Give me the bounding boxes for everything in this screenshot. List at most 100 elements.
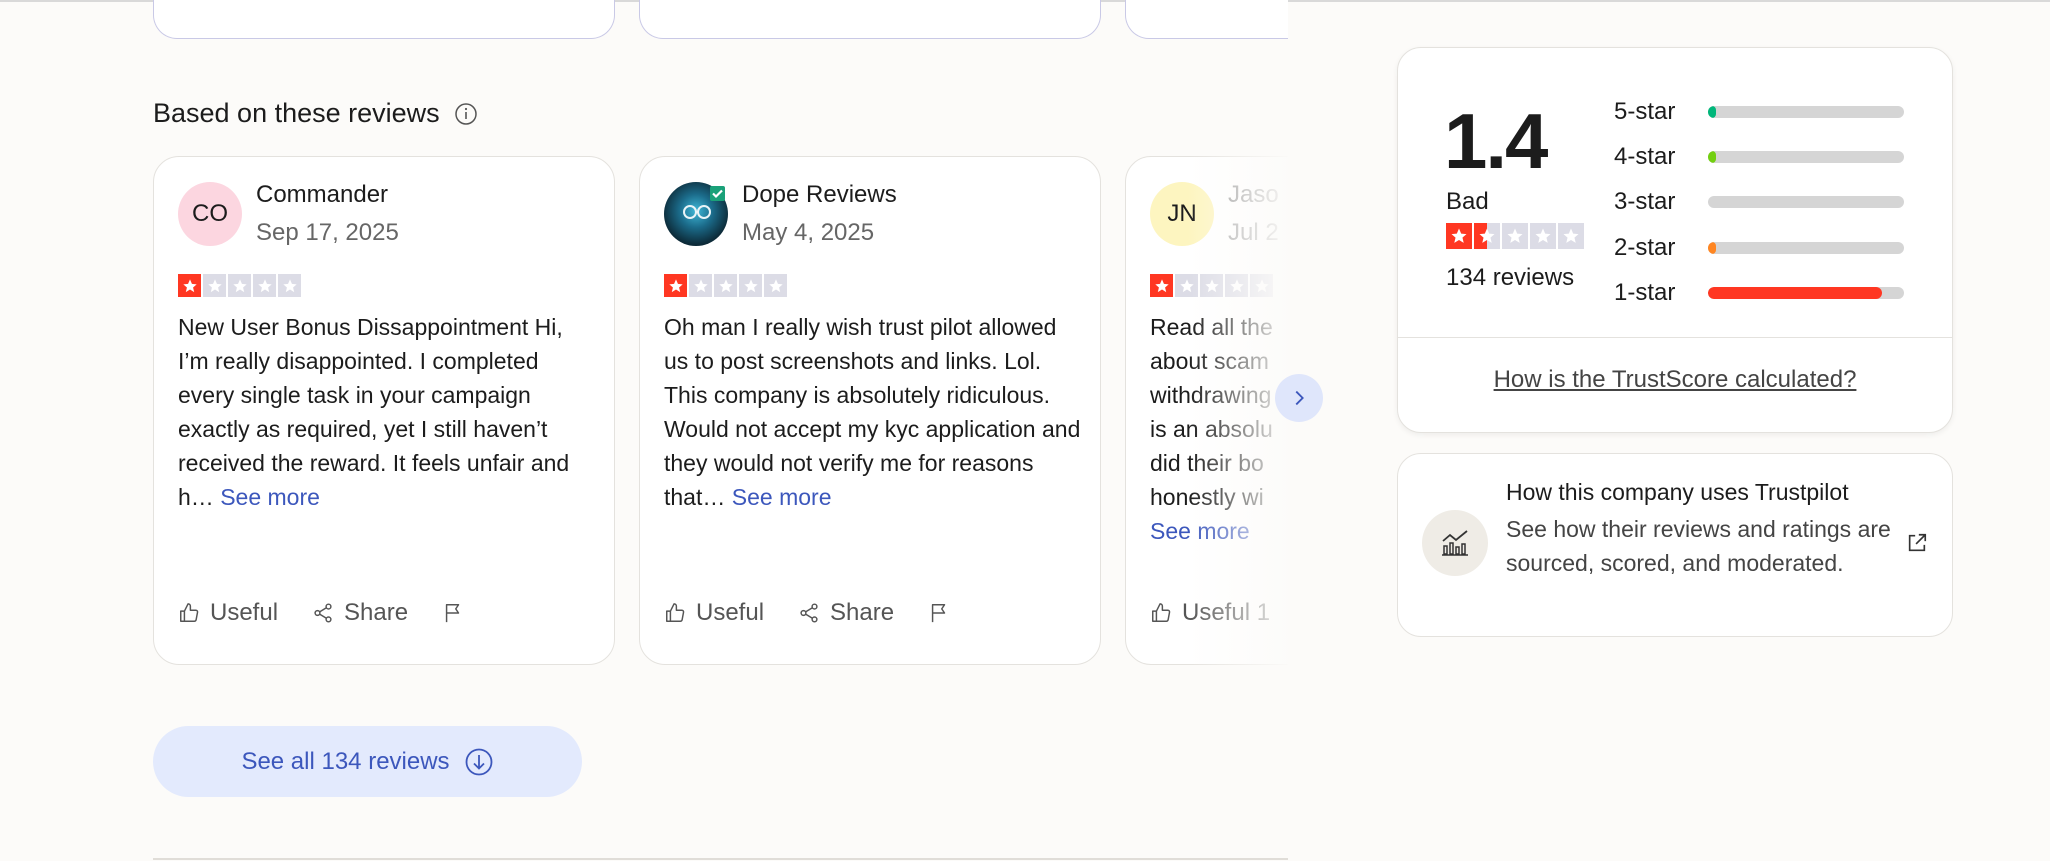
useful-button[interactable]: Useful xyxy=(664,599,764,627)
trustscore-value: 1.4 xyxy=(1444,97,1548,185)
carousel-next-button[interactable] xyxy=(1275,374,1323,422)
flag-button[interactable] xyxy=(442,602,464,624)
trustscore-stars xyxy=(1446,223,1584,249)
see-more-link[interactable]: See more xyxy=(220,484,320,510)
review-count: 134 reviews xyxy=(1446,264,1575,291)
thumbs-up-icon xyxy=(666,603,685,622)
see-all-label: See all 134 reviews xyxy=(241,747,450,775)
company-uses-trustpilot-panel[interactable]: How this company uses Trustpilot See how… xyxy=(1397,453,1953,637)
star-icon xyxy=(714,274,737,297)
share-button[interactable]: Share xyxy=(312,599,408,627)
distribution-track xyxy=(1708,151,1904,163)
uses-title: How this company uses Trustpilot xyxy=(1506,479,1849,505)
review-actions: Useful Share xyxy=(664,599,984,627)
review-text[interactable]: Read all the about scam withdrawing is a… xyxy=(1150,310,1288,548)
distribution-fill xyxy=(1708,151,1716,163)
distribution-row-4-star[interactable]: 4-star xyxy=(1614,143,1904,171)
star-icon xyxy=(1175,274,1198,297)
review-actions: Useful Share xyxy=(178,599,498,627)
review-body: Read all the about scam withdrawing is a… xyxy=(1150,314,1273,510)
star-icon xyxy=(1200,274,1223,297)
share-icon xyxy=(314,603,332,623)
review-card[interactable]: JN Jaso Jul 2 Read all the about scam wi… xyxy=(1125,156,1288,665)
star-icon xyxy=(203,274,226,297)
star-icon xyxy=(1502,223,1528,249)
thumbs-up-icon xyxy=(180,603,199,622)
reviewer-name[interactable]: Commander xyxy=(256,181,388,209)
star-icon xyxy=(1150,274,1173,297)
star-icon xyxy=(1530,223,1556,249)
star-icon xyxy=(689,274,712,297)
previous-card-bottom xyxy=(153,0,615,39)
review-card[interactable]: Dope Reviews May 4, 2025 Oh man I really… xyxy=(639,156,1101,665)
share-label: Share xyxy=(830,599,895,626)
avatar: JN xyxy=(1150,182,1214,246)
chart-icon-badge xyxy=(1422,510,1488,576)
share-button[interactable]: Share xyxy=(798,599,894,627)
avatar: CO xyxy=(178,182,242,246)
review-body: New User Bonus Dissappointment Hi, I’m r… xyxy=(178,314,570,510)
trustscore-calculation-link[interactable]: How is the TrustScore calculated? xyxy=(1398,366,1952,394)
useful-button[interactable]: Useful xyxy=(178,599,278,627)
distribution-row-1-star[interactable]: 1-star xyxy=(1614,279,1904,307)
useful-label: Useful xyxy=(696,599,765,626)
flag-button[interactable] xyxy=(928,602,950,624)
review-actions: Useful 1 xyxy=(1150,599,1288,627)
review-body: Oh man I really wish trust pilot allowed… xyxy=(664,314,1081,510)
avatar-image xyxy=(683,186,725,219)
see-all-reviews-button[interactable]: See all 134 reviews xyxy=(153,726,582,797)
see-more-link[interactable]: See more xyxy=(732,484,832,510)
section-title: Based on these reviews xyxy=(153,98,478,129)
distribution-label: 3-star xyxy=(1614,188,1676,215)
trustscore-panel: 1.4 Bad 134 reviews 5-star 4-star 3-star… xyxy=(1397,47,1953,433)
reviewer-name[interactable]: Jaso xyxy=(1228,181,1279,209)
distribution-fill xyxy=(1708,287,1883,299)
review-text[interactable]: Oh man I really wish trust pilot allowed… xyxy=(664,310,1084,514)
distribution-track xyxy=(1708,242,1904,254)
previous-card-bottom xyxy=(1125,0,1288,39)
star-icon xyxy=(1225,274,1248,297)
flag-icon xyxy=(931,604,946,623)
distribution-row-2-star[interactable]: 2-star xyxy=(1614,234,1904,262)
distribution-track xyxy=(1708,106,1904,118)
share-icon xyxy=(800,603,818,623)
star-icon xyxy=(228,274,251,297)
external-link-icon[interactable] xyxy=(1906,532,1928,554)
distribution-label: 4-star xyxy=(1614,143,1676,170)
star-rating xyxy=(1150,274,1273,297)
reviewer-name[interactable]: Dope Reviews xyxy=(742,181,897,209)
distribution-track xyxy=(1708,196,1904,208)
thumbs-up-icon xyxy=(1152,603,1171,622)
distribution-fill xyxy=(1708,242,1716,254)
star-icon xyxy=(764,274,787,297)
star-icon xyxy=(278,274,301,297)
review-date: Jul 2 xyxy=(1228,219,1279,246)
useful-label: Useful 1 xyxy=(1182,599,1271,626)
review-text[interactable]: New User Bonus Dissappointment Hi, I’m r… xyxy=(178,310,598,514)
star-icon xyxy=(1474,223,1500,249)
chart-icon xyxy=(1442,530,1468,556)
panel-divider xyxy=(1398,337,1952,338)
star-icon xyxy=(1250,274,1273,297)
star-rating xyxy=(664,274,787,297)
section-divider xyxy=(153,858,1288,860)
info-icon[interactable] xyxy=(454,102,478,126)
useful-label: Useful xyxy=(210,599,279,626)
review-date: May 4, 2025 xyxy=(742,219,875,246)
see-more-link[interactable]: See more xyxy=(1150,518,1250,544)
review-date: Sep 17, 2025 xyxy=(256,219,399,246)
share-label: Share xyxy=(344,599,409,626)
distribution-label: 2-star xyxy=(1614,234,1676,261)
star-icon xyxy=(664,274,687,297)
distribution-row-3-star[interactable]: 3-star xyxy=(1614,188,1904,216)
useful-button[interactable]: Useful 1 xyxy=(1150,599,1270,627)
distribution-row-5-star[interactable]: 5-star xyxy=(1614,98,1904,126)
flag-icon xyxy=(445,604,460,623)
star-icon xyxy=(1446,223,1472,249)
star-icon xyxy=(178,274,201,297)
distribution-label: 1-star xyxy=(1614,279,1676,306)
review-card[interactable]: CO Commander Sep 17, 2025 New User Bonus… xyxy=(153,156,615,665)
star-icon xyxy=(739,274,762,297)
trustscore-label: Bad xyxy=(1446,188,1489,215)
star-icon xyxy=(253,274,276,297)
